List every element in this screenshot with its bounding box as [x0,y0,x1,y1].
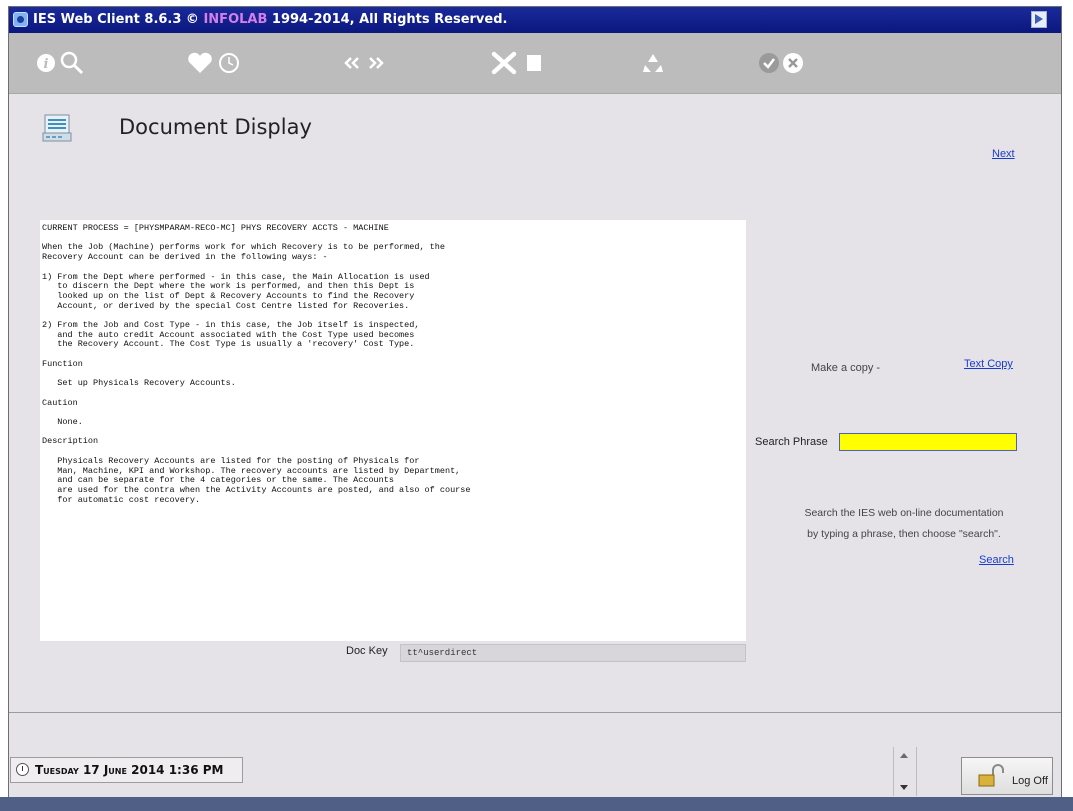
title-brand: INFOLAB [203,12,268,27]
date-display: Tuesday 17 June 2014 1:36 PM [10,757,243,783]
search-help-line-2: by typing a phrase, then choose "search"… [807,528,1001,540]
search-phrase-input[interactable] [839,433,1017,451]
search-link[interactable]: Search [979,554,1014,566]
doc-key-field: tt^userdirect [400,644,746,662]
search-help-text: Search the IES web on-line documentation… [779,503,1029,545]
search-icon[interactable] [59,48,85,78]
accept-icon[interactable] [757,48,781,78]
stop-icon[interactable] [523,48,545,78]
log-off-label: Log Off [1012,775,1048,787]
doc-key-label: Doc Key [346,645,388,657]
cancel-icon[interactable] [781,48,805,78]
document-icon [41,113,73,148]
title-prefix: IES Web Client 8.6.3 © [33,12,204,27]
clock-icon [16,763,29,776]
text-copy-link[interactable]: Text Copy [964,358,1013,370]
app-icon [13,12,28,27]
padlock-icon [978,764,1004,791]
app-window: IES Web Client 8.6.3 © INFOLAB 1994-2014… [8,6,1062,803]
log-off-button[interactable]: Log Off [961,757,1053,795]
svg-text:i: i [44,57,49,72]
date-text: Tuesday 17 June 2014 1:36 PM [35,763,224,777]
previous-icon[interactable] [341,48,363,78]
next-icon[interactable] [365,48,387,78]
toolbar: i [9,33,1061,94]
search-help-line-1: Search the IES web on-line documentation [804,507,1004,519]
document-text: CURRENT PROCESS = [PHYSMPARAM-RECO-MC] P… [42,223,471,505]
recycle-icon[interactable] [640,48,666,78]
copy-label: Make a copy - [811,362,881,374]
clock-icon[interactable] [217,48,241,78]
page-title: Document Display [119,115,312,139]
scroll-down-icon[interactable] [900,785,908,790]
document-text-area: CURRENT PROCESS = [PHYSMPARAM-RECO-MC] P… [40,220,746,641]
info-icon[interactable]: i [35,48,57,78]
window-title: IES Web Client 8.6.3 © INFOLAB 1994-2014… [33,12,507,27]
next-link[interactable]: Next [992,148,1015,160]
title-suffix: 1994-2014, All Rights Reserved. [267,12,508,27]
heart-icon[interactable] [186,48,214,78]
taskbar-strip [0,797,1073,811]
search-phrase-label: Search Phrase [755,436,828,448]
window-restore-icon[interactable] [1031,11,1047,28]
title-bar: IES Web Client 8.6.3 © INFOLAB 1994-2014… [9,7,1061,33]
tools-icon[interactable] [489,48,519,78]
scrollbar[interactable] [893,747,917,796]
scroll-up-icon[interactable] [900,753,908,758]
